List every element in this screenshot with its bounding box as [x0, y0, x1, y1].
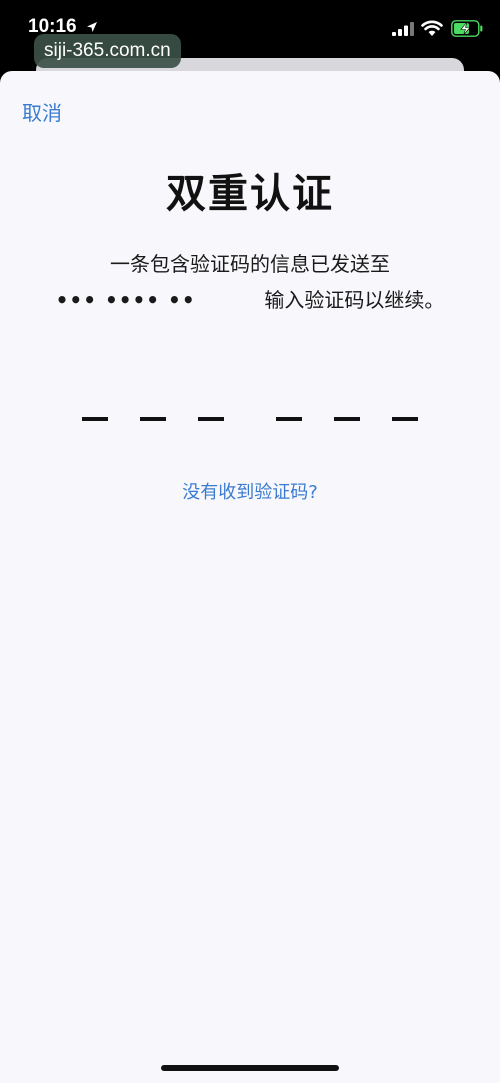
- verification-message: 一条包含验证码的信息已发送至 ••• •••• •• 输入验证码以继续。: [0, 246, 500, 318]
- code-digit-slot-6[interactable]: [392, 417, 418, 421]
- cancel-button[interactable]: 取消: [22, 97, 62, 126]
- code-digit-slot-5[interactable]: [334, 417, 360, 421]
- message-line-2-suffix: 输入验证码以继续。: [264, 288, 445, 312]
- masked-phone-number: ••• •••• ••: [55, 288, 196, 312]
- code-digit-slot-3[interactable]: [198, 417, 224, 421]
- code-digit-slot-2[interactable]: [140, 417, 166, 421]
- code-digit-slot-4[interactable]: [276, 417, 302, 421]
- message-line-1: 一条包含验证码的信息已发送至: [110, 252, 390, 276]
- resend-code-link[interactable]: 没有收到验证码?: [0, 478, 500, 504]
- message-line-2: ••• •••• •• 输入验证码以继续。: [0, 282, 500, 318]
- page-title: 双重认证: [166, 171, 334, 217]
- verification-code-input[interactable]: [82, 417, 418, 427]
- signal-icon: [392, 22, 414, 36]
- battery-charging-icon: [451, 20, 483, 37]
- location-icon: [87, 22, 97, 32]
- watermark: siji-365.com.cn: [34, 34, 181, 68]
- home-indicator[interactable]: [161, 1065, 339, 1071]
- two-factor-sheet: 取消 双重认证 一条包含验证码的信息已发送至 ••• •••• •• 输入验证码…: [0, 71, 500, 1083]
- code-digit-slot-1[interactable]: [82, 417, 108, 421]
- wifi-icon: [421, 20, 443, 36]
